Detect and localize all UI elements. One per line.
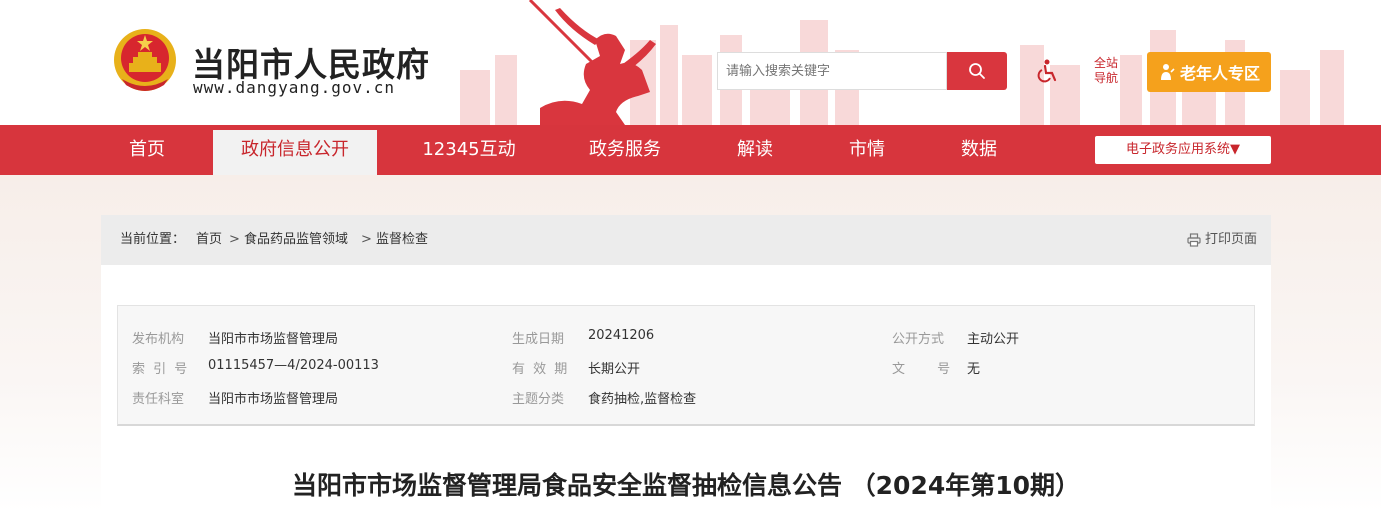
search-input[interactable]	[717, 52, 947, 90]
nav-item-city-info[interactable]: 市情	[834, 125, 900, 175]
content-panel: 当前位置： 首页 > 食品药品监管领域 > 监督检查 打印页面 发布机构 当阳市…	[101, 215, 1271, 512]
elder-zone-label: 老年人专区	[1179, 64, 1260, 83]
nav-item-interpretation[interactable]: 解读	[722, 125, 788, 175]
elder-zone-button[interactable]: 老年人专区	[1147, 52, 1271, 92]
site-url[interactable]: www.dangyang.gov.cn	[193, 78, 395, 97]
breadcrumb: 当前位置： 首页 > 食品药品监管领域 > 监督检查 打印页面	[101, 215, 1271, 265]
nav-item-gov-info[interactable]: 政府信息公开	[213, 130, 377, 175]
meta-topic-label: 主题分类	[512, 392, 565, 407]
meta-date-value: 20241206	[588, 328, 655, 343]
nav-item-home[interactable]: 首页	[110, 125, 184, 175]
search-icon	[969, 63, 985, 79]
meta-publisher-label: 发布机构	[132, 332, 185, 347]
breadcrumb-separator: >	[361, 232, 372, 247]
breadcrumb-separator: >	[229, 232, 240, 247]
elder-person-icon	[1160, 64, 1175, 80]
accessibility-button[interactable]	[1032, 56, 1062, 86]
e-gov-app-dropdown[interactable]: 电子政务应用系统▼	[1095, 136, 1271, 164]
main-navigation: 首页 政府信息公开 12345互动 政务服务 解读 市情 数据 电子政务应用系统…	[0, 125, 1381, 175]
meta-validity-value: 长期公开	[588, 362, 641, 377]
site-navigation-link[interactable]: 全站 导航	[1088, 56, 1124, 86]
print-page-label: 打印页面	[1204, 232, 1257, 247]
document-title: 当阳市市场监督管理局食品安全监督抽检信息公告 （2024年第10期）	[291, 471, 1081, 500]
search-button[interactable]	[947, 52, 1007, 90]
meta-index-label: 索 引 号	[132, 362, 190, 377]
meta-topic-value: 食药抽检,监督检查	[588, 392, 697, 407]
site-nav-line2: 导航	[1093, 71, 1118, 85]
breadcrumb-prefix: 当前位置：	[120, 232, 186, 247]
accessibility-icon	[1037, 59, 1057, 83]
meta-index-value: 01115457—4/2024-00113	[208, 358, 379, 373]
meta-docno-label: 文 号	[892, 362, 951, 377]
nav-item-services[interactable]: 政务服务	[575, 125, 675, 175]
meta-date-label: 生成日期	[512, 332, 565, 347]
meta-publisher-value: 当阳市市场监督管理局	[208, 332, 339, 347]
meta-open-label: 公开方式	[892, 332, 945, 347]
nav-item-12345[interactable]: 12345互动	[412, 125, 526, 175]
print-page-button[interactable]: 打印页面	[1187, 215, 1257, 265]
site-header: 当阳市人民政府 www.dangyang.gov.cn 全站 导航 老年人专区	[0, 0, 1381, 125]
breadcrumb-inspection[interactable]: 监督检查	[376, 215, 428, 265]
meta-dept-label: 责任科室	[132, 392, 185, 407]
meta-dept-value: 当阳市市场监督管理局	[208, 392, 339, 407]
document-metadata-table: 发布机构 当阳市市场监督管理局 索 引 号 01115457—4/2024-00…	[117, 305, 1255, 426]
breadcrumb-food-drug[interactable]: 食品药品监管领域	[244, 215, 348, 265]
nav-item-data[interactable]: 数据	[946, 125, 1012, 175]
printer-icon	[1187, 233, 1201, 247]
national-emblem-icon	[114, 29, 176, 91]
breadcrumb-home[interactable]: 首页	[196, 215, 222, 265]
meta-open-value: 主动公开	[967, 332, 1020, 347]
site-nav-line1: 全站	[1093, 56, 1118, 70]
meta-validity-label: 有 效 期	[512, 362, 570, 377]
meta-docno-value: 无	[967, 362, 981, 377]
